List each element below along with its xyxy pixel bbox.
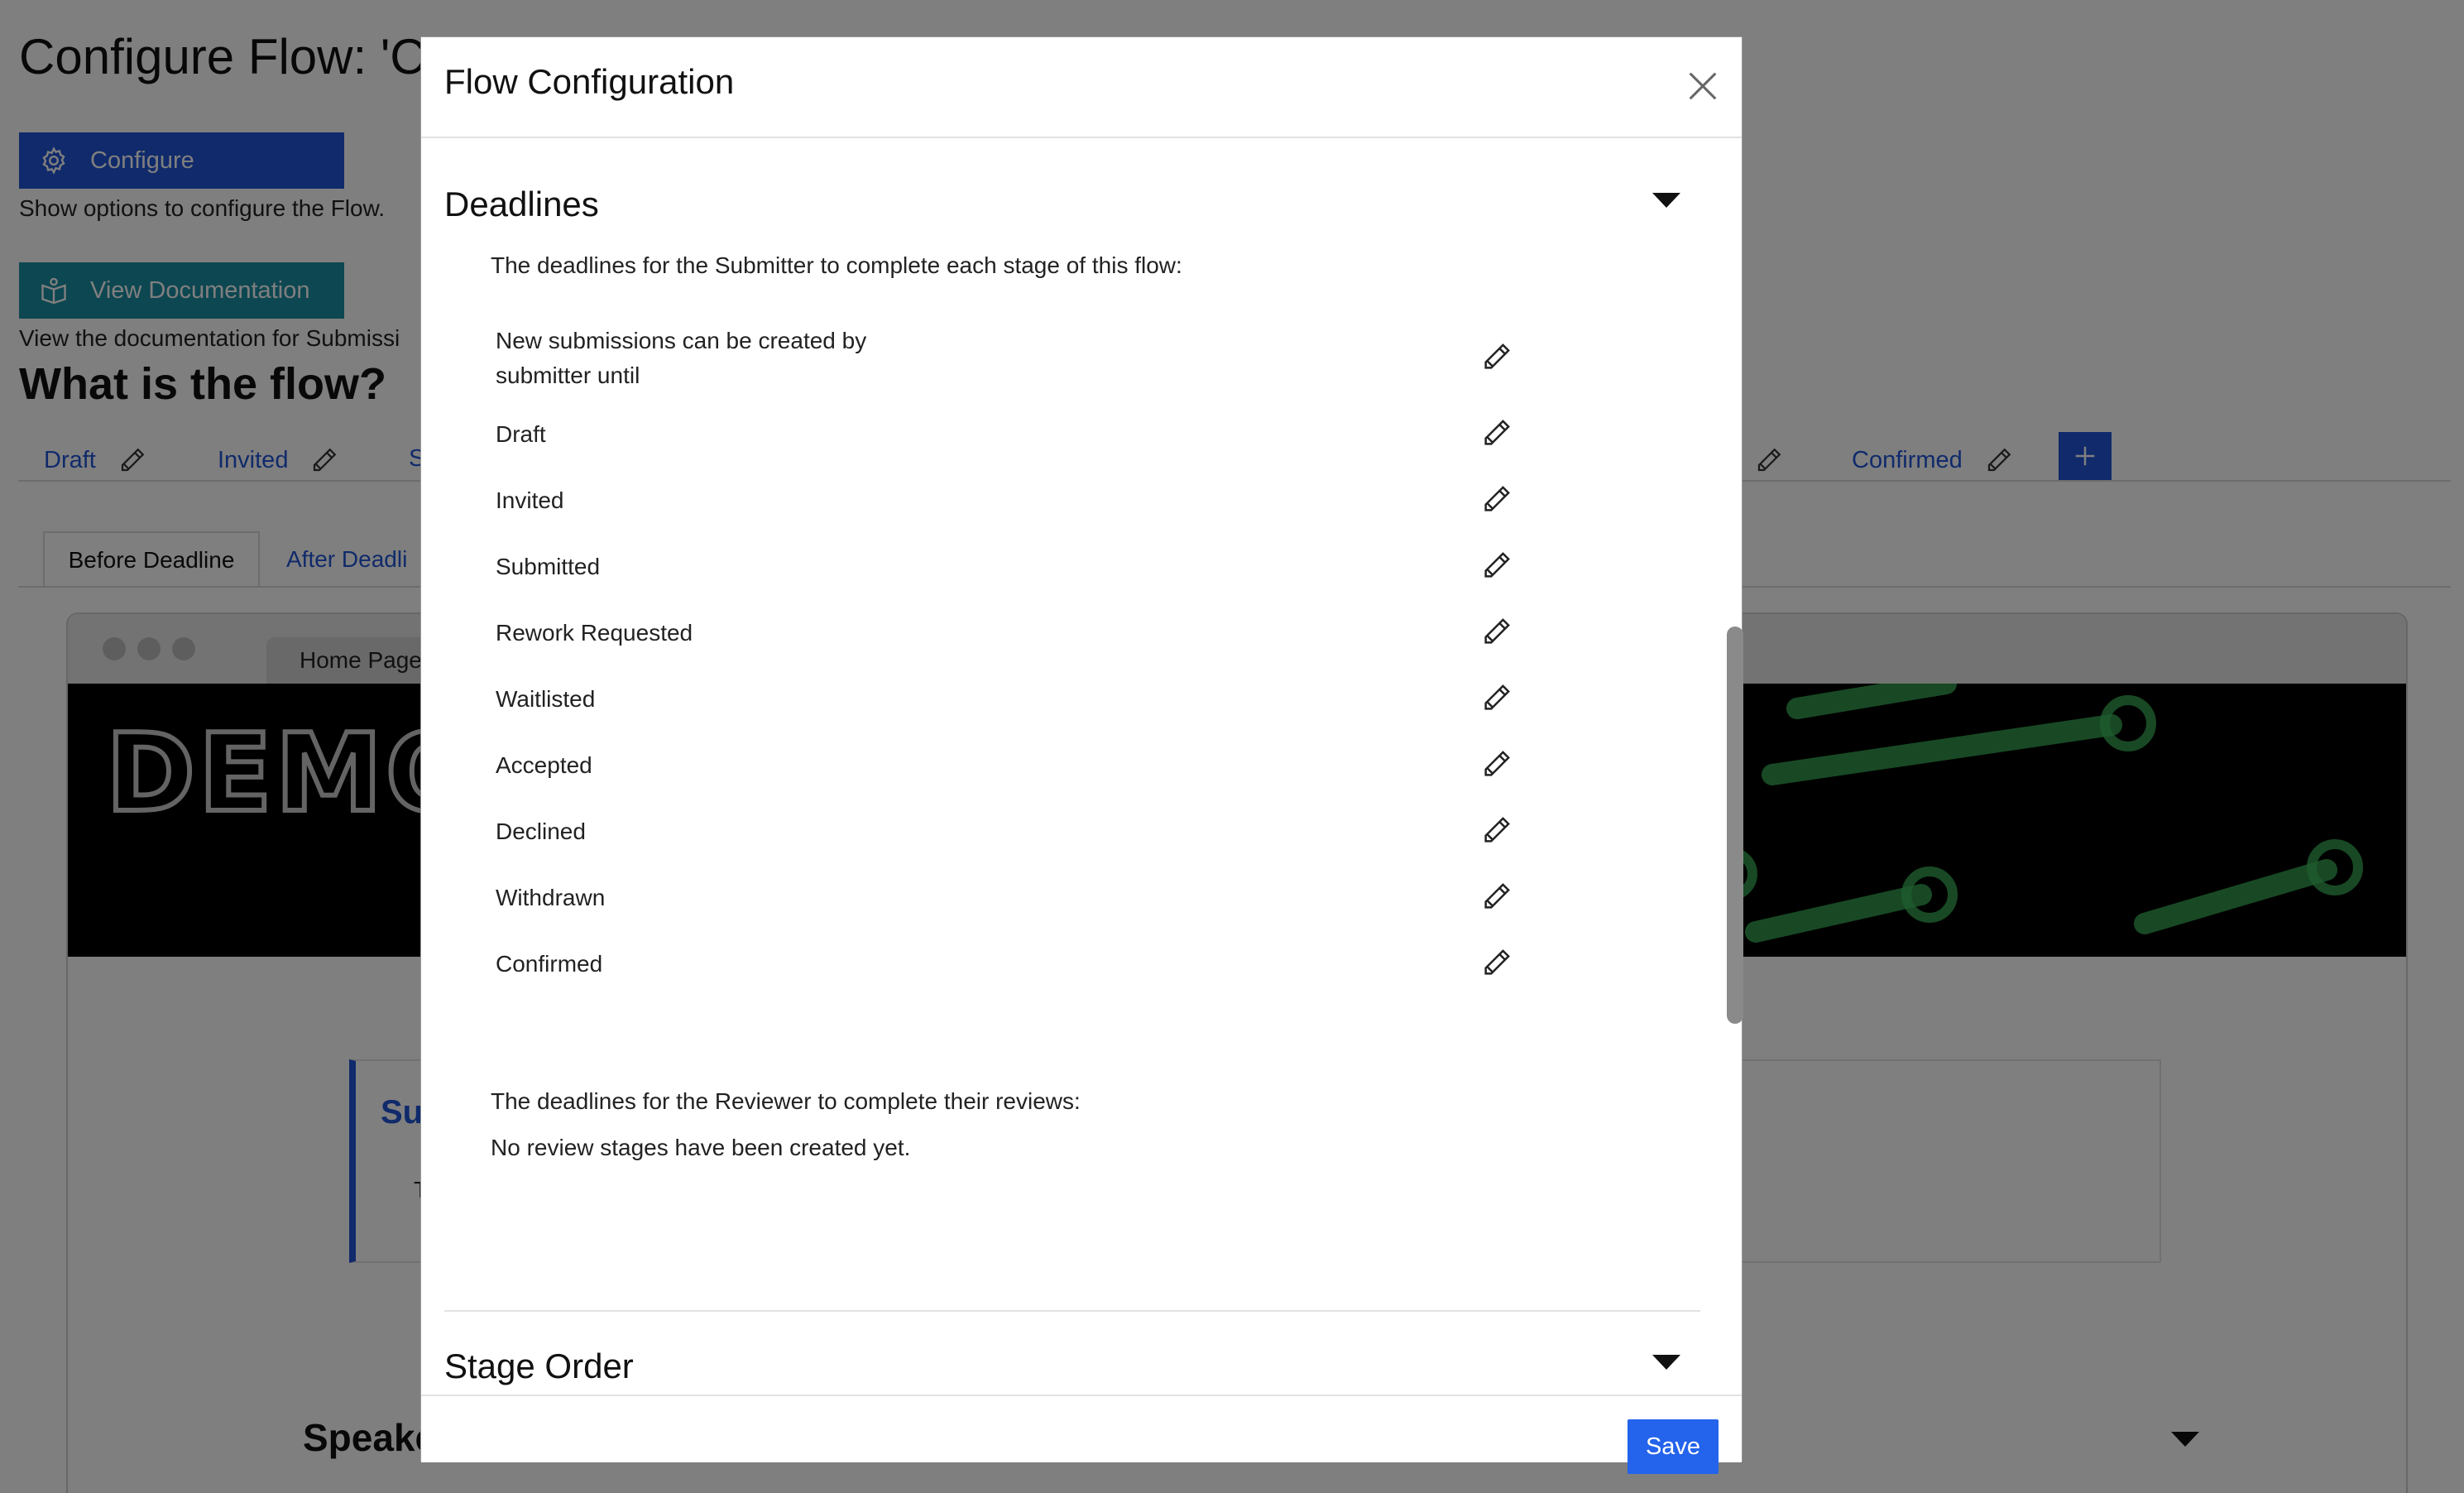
pencil-icon [1484, 949, 1510, 975]
deadline-label: New submissions can be created by submit… [496, 328, 867, 388]
accordion-divider [444, 1310, 1700, 1312]
edit-deadline-button[interactable] [1480, 747, 1513, 780]
deadline-label: Withdrawn [496, 885, 606, 910]
pencil-icon [1484, 552, 1510, 578]
pencil-icon [1484, 618, 1510, 644]
modal-scrollbar[interactable] [1727, 626, 1743, 1024]
caret-down-icon[interactable] [1652, 1355, 1680, 1370]
pencil-icon [1484, 343, 1510, 369]
pencil-icon [1484, 684, 1510, 710]
modal-body: Deadlines The deadlines for the Submitte… [421, 138, 1742, 1395]
caret-down-icon[interactable] [1652, 193, 1680, 208]
save-button[interactable]: Save [1627, 1419, 1719, 1474]
reviewer-empty-message: No review stages have been created yet. [491, 1135, 911, 1160]
pencil-icon [1484, 817, 1510, 843]
edit-deadline-button[interactable] [1480, 946, 1513, 979]
deadline-label: Declined [496, 819, 586, 844]
pencil-icon [1484, 486, 1510, 511]
deadline-label: Invited [496, 487, 564, 513]
modal-title: Flow Configuration [444, 62, 735, 101]
deadline-label: Submitted [496, 554, 601, 579]
deadline-label: Confirmed [496, 951, 603, 977]
modal-header: Flow Configuration [421, 37, 1742, 138]
pencil-icon [1484, 420, 1510, 445]
close-icon[interactable] [1684, 67, 1722, 105]
edit-deadline-button[interactable] [1480, 549, 1513, 582]
submitter-deadlines-intro: The deadlines for the Submitter to compl… [491, 252, 1182, 278]
deadline-label: Accepted [496, 752, 592, 778]
edit-deadline-button[interactable] [1480, 681, 1513, 714]
deadlines-section-title[interactable]: Deadlines [444, 185, 599, 224]
modal-footer: Save [421, 1395, 1742, 1474]
pencil-icon [1484, 883, 1510, 909]
reviewer-deadlines-intro: The deadlines for the Reviewer to comple… [491, 1088, 1081, 1114]
pencil-icon [1484, 751, 1510, 776]
deadline-label: Draft [496, 421, 546, 447]
stage-order-section-title[interactable]: Stage Order [444, 1347, 634, 1386]
flow-configuration-modal: Flow Configuration Deadlines The deadlin… [420, 36, 1743, 1474]
edit-deadline-button[interactable] [1480, 340, 1513, 373]
edit-deadline-button[interactable] [1480, 880, 1513, 913]
edit-deadline-button[interactable] [1480, 416, 1513, 449]
edit-deadline-button[interactable] [1480, 482, 1513, 516]
deadline-label: Rework Requested [496, 620, 693, 646]
edit-deadline-button[interactable] [1480, 814, 1513, 847]
deadline-label: Waitlisted [496, 686, 596, 712]
edit-deadline-button[interactable] [1480, 615, 1513, 648]
